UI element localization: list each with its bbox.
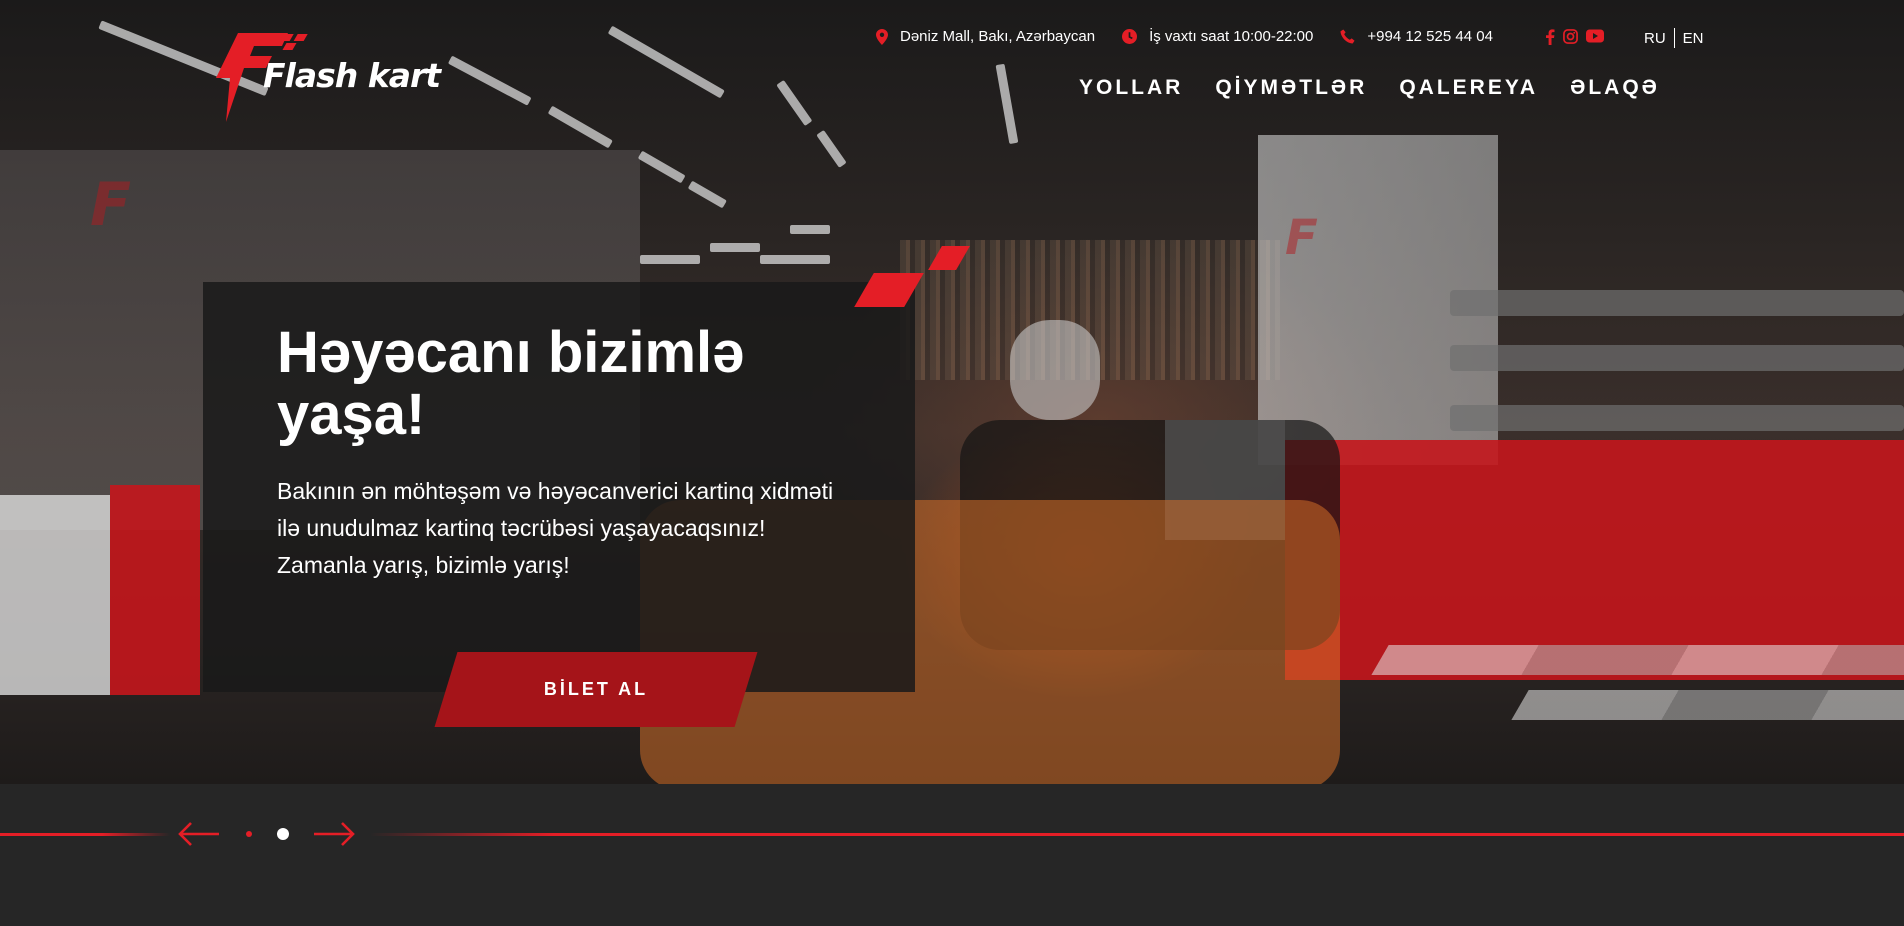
address-text: Dəniz Mall, Bakı, Azərbaycan [900,28,1096,45]
facebook-icon[interactable] [1545,28,1555,45]
guard-rail [1450,405,1904,431]
main-nav: YOLLAR QİYMƏTLƏR QALEREYA ƏLAQƏ [1079,76,1660,100]
track-barrier [110,485,200,695]
track-kerb [1511,690,1904,720]
buy-ticket-button[interactable]: BİLET AL [434,652,758,727]
track-barrier [1285,440,1904,680]
lang-divider [1673,28,1675,48]
driver-helmet [1010,320,1100,420]
track-kerb [1371,645,1904,675]
clock-icon [1122,29,1138,44]
ceiling-light [547,105,613,149]
ceiling-light [790,225,830,234]
nav-item-elaqe[interactable]: ƏLAQƏ [1570,76,1660,100]
wall-logo-icon: F [90,170,131,240]
pillar-logo-icon: F [1285,210,1318,266]
hero-title: Həyəcanı bizimlə yaşa! [277,320,745,447]
contact-bar: Dəniz Mall, Bakı, Azərbaycan İş vaxtı sa… [876,28,1604,45]
hours-item: İş vaxtı saat 10:00-22:00 [1122,28,1313,45]
nav-item-yollar[interactable]: YOLLAR [1079,76,1183,100]
site-header: Flash kart Dəniz Mall, Bakı, Azərbaycan … [0,0,1904,122]
ceiling-light [637,150,686,184]
slider-line [0,833,170,836]
track-barrier [0,495,110,695]
hero-description: Bakının ən möhtəşəm və həyəcanverici kar… [277,478,834,578]
address-item[interactable]: Dəniz Mall, Bakı, Azərbaycan [876,28,1095,45]
arrow-left-icon[interactable] [178,821,220,847]
ceiling-light [760,255,830,264]
lang-en[interactable]: EN [1683,30,1704,47]
location-pin-icon [876,28,888,45]
guard-rail [1450,290,1904,316]
ceiling-light [710,243,760,252]
ceiling-light [816,129,847,168]
slider-dot-1[interactable] [246,831,252,837]
phone-icon [1340,29,1355,44]
slider-line [370,833,1904,836]
phone-text: +994 12 525 44 04 [1367,28,1493,45]
social-links [1545,28,1604,45]
slider-dot-2-active[interactable] [277,828,289,840]
nav-item-qiymetler[interactable]: QİYMƏTLƏR [1215,76,1367,100]
language-switcher: RU EN [1644,28,1704,48]
buy-ticket-label: BİLET AL [543,679,649,699]
logo-wordmark: Flash kart [263,56,441,95]
arrow-right-icon[interactable] [313,821,355,847]
youtube-icon[interactable] [1585,29,1604,43]
ceiling-light [640,255,700,264]
guard-rail [1450,345,1904,371]
lang-ru[interactable]: RU [1644,30,1666,47]
flash-kart-logo[interactable]: Flash kart [208,30,458,125]
nav-item-qalereya[interactable]: QALEREYA [1399,76,1538,100]
hours-text: İş vaxtı saat 10:00-22:00 [1149,28,1314,45]
phone-item[interactable]: +994 12 525 44 04 [1340,28,1493,45]
instagram-icon[interactable] [1563,28,1578,44]
ceiling-light [687,180,727,209]
